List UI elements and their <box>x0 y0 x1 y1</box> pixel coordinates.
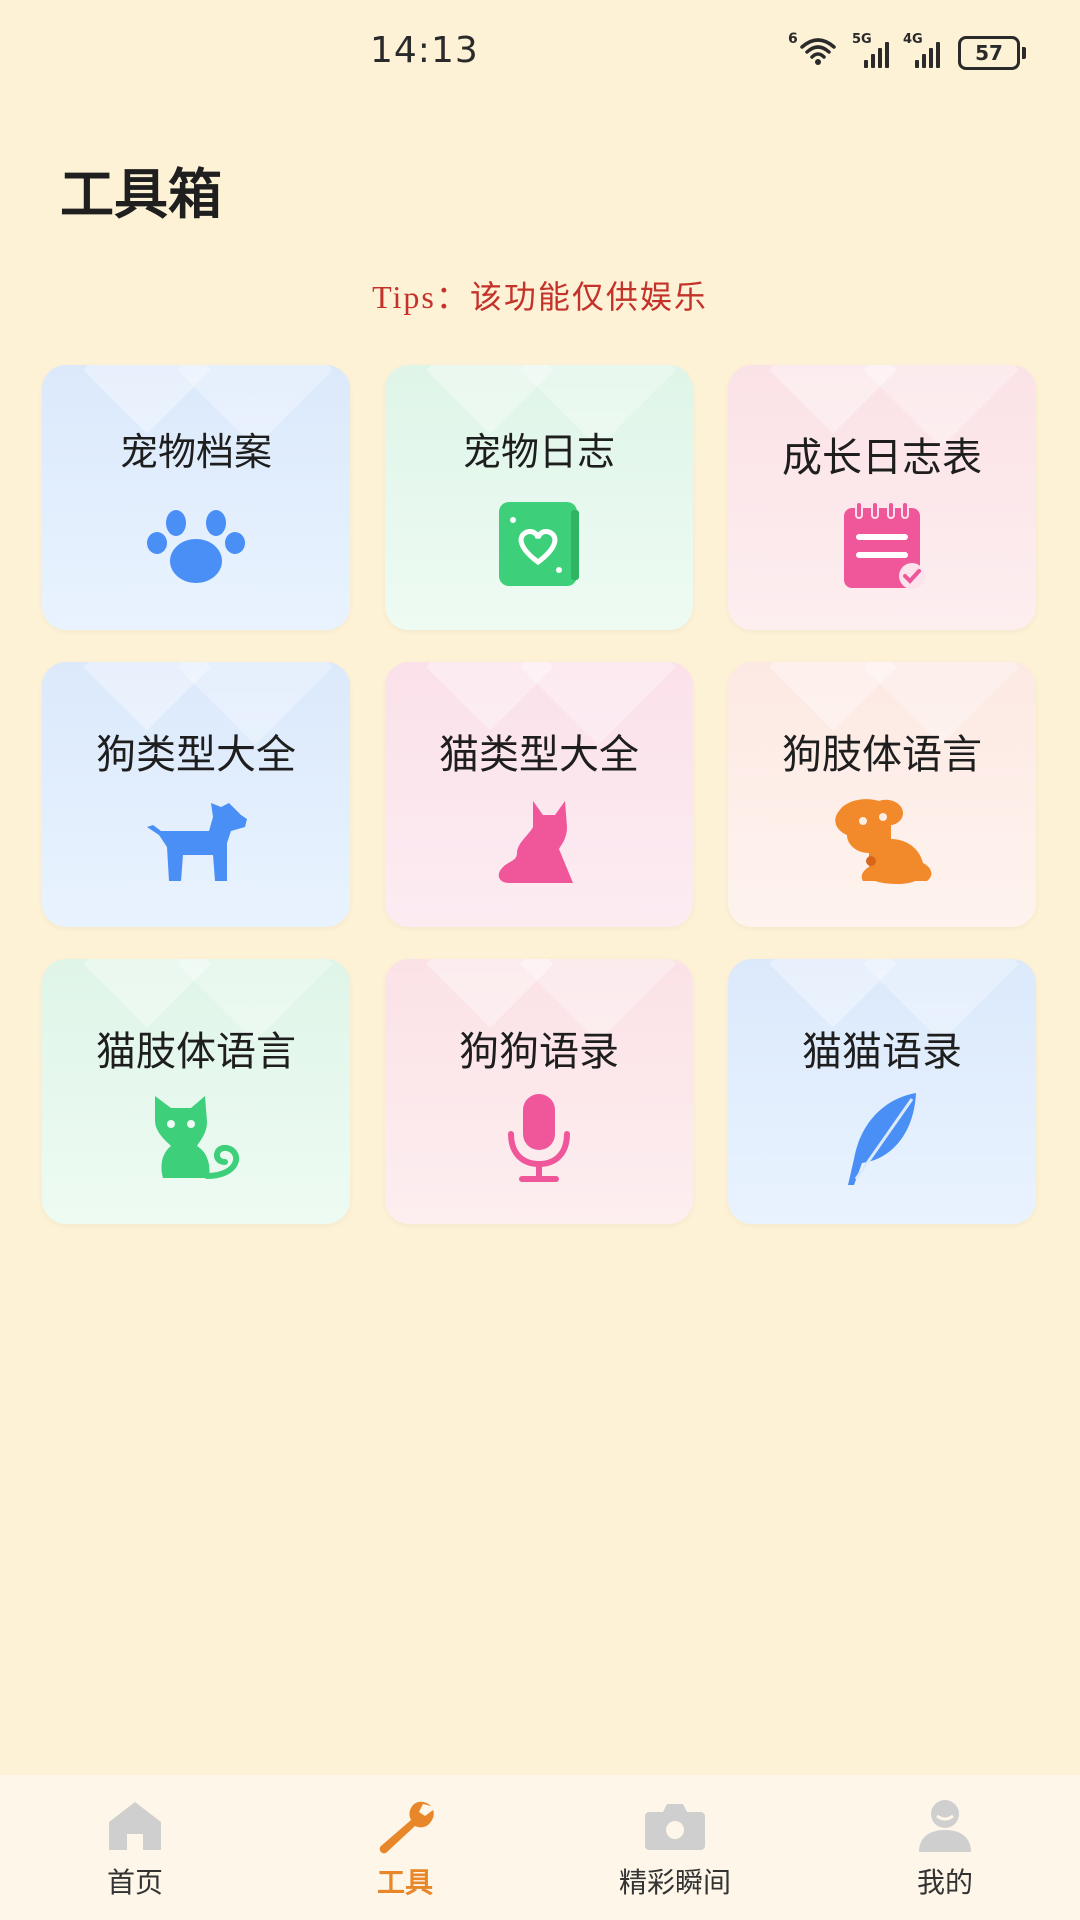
tab-home-label: 首页 <box>106 1866 163 1899</box>
tool-card-pet-diary[interactable]: 宠物日志 <box>385 365 693 630</box>
feather-icon <box>827 1089 937 1189</box>
paw-icon <box>141 495 251 595</box>
tool-card-dog-quotes[interactable]: 狗狗语录 <box>385 959 693 1224</box>
tool-label: 猫猫语录 <box>802 1029 962 1075</box>
camera-icon <box>643 1797 707 1855</box>
tab-mine-label: 我的 <box>916 1866 973 1899</box>
tool-grid: 宠物档案 宠物日志 成长日志表 狗类型大全 猫类型大全 狗肢体语言 猫肢体语言 … <box>42 365 1036 1224</box>
tool-label: 猫类型大全 <box>439 732 639 778</box>
tool-card-cat-body-language[interactable]: 猫肢体语言 <box>42 959 350 1224</box>
tool-label: 宠物日志 <box>462 430 615 474</box>
tab-tools-label: 工具 <box>376 1866 433 1899</box>
bottom-tab-bar: 首页 工具 精彩瞬间 我的 <box>0 1775 1080 1920</box>
tool-label: 狗狗语录 <box>459 1029 619 1075</box>
cat-icon <box>484 792 594 892</box>
heart-book-icon <box>484 495 594 595</box>
tab-moments-label: 精彩瞬间 <box>618 1866 731 1899</box>
wifi-icon: 6 <box>788 31 838 69</box>
tool-card-pet-profile[interactable]: 宠物档案 <box>42 365 350 630</box>
wifi-tag: 6 <box>788 31 798 47</box>
status-time: 14:13 <box>370 30 479 71</box>
tool-card-dog-types[interactable]: 狗类型大全 <box>42 662 350 927</box>
page-title: 工具箱 <box>60 162 222 226</box>
cat-tail-icon <box>141 1089 251 1189</box>
status-bar: 14:13 6 5G 4G 57 <box>0 0 1080 110</box>
microphone-icon <box>484 1089 594 1189</box>
tool-card-cat-types[interactable]: 猫类型大全 <box>385 662 693 927</box>
tool-label: 成长日志表 <box>782 435 982 481</box>
tab-moments[interactable]: 精彩瞬间 <box>540 1775 810 1920</box>
battery-icon: 57 <box>958 36 1026 70</box>
signal-5g-icon: 5G <box>852 32 889 68</box>
wrench-icon <box>373 1797 437 1855</box>
puppy-icon <box>827 792 937 892</box>
dog-icon <box>141 792 251 892</box>
tool-label: 猫肢体语言 <box>96 1029 296 1075</box>
tool-label: 狗肢体语言 <box>782 732 982 778</box>
user-icon <box>913 1797 977 1855</box>
tool-card-cat-quotes[interactable]: 猫猫语录 <box>728 959 1036 1224</box>
home-icon <box>103 1797 167 1855</box>
tab-tools[interactable]: 工具 <box>270 1775 540 1920</box>
signal-4g-tag: 4G <box>903 32 923 47</box>
tab-mine[interactable]: 我的 <box>810 1775 1080 1920</box>
signal-4g-icon: 4G <box>903 32 940 68</box>
tips-text: Tips：该功能仅供娱乐 <box>372 279 708 315</box>
signal-5g-tag: 5G <box>852 32 872 47</box>
tool-label: 宠物档案 <box>119 430 272 474</box>
notepad-icon <box>827 495 937 595</box>
tool-label: 狗类型大全 <box>96 732 296 778</box>
tool-card-dog-body-language[interactable]: 狗肢体语言 <box>728 662 1036 927</box>
status-icons: 6 5G 4G 57 <box>788 31 1026 70</box>
tool-card-growth-log[interactable]: 成长日志表 <box>728 365 1036 630</box>
tab-home[interactable]: 首页 <box>0 1775 270 1920</box>
